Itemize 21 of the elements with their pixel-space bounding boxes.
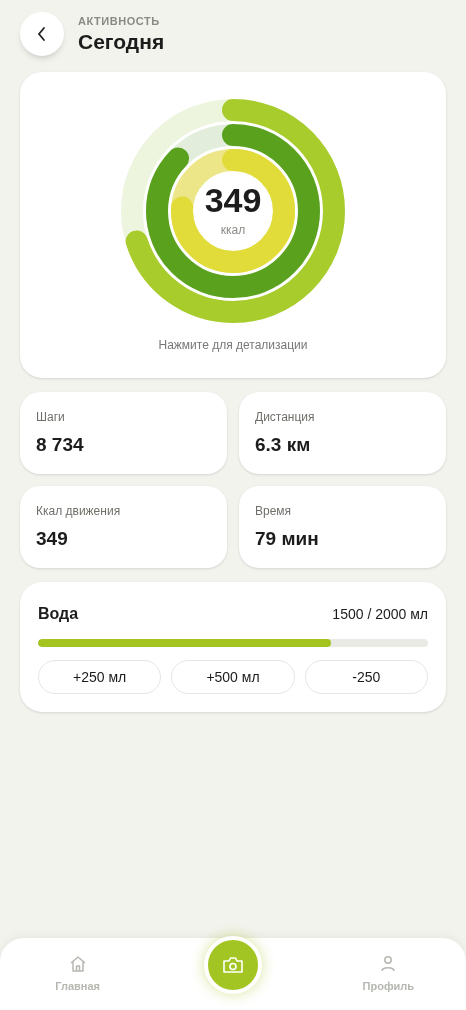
water-reading: 1500 / 2000 мл bbox=[332, 604, 428, 624]
calories-unit: ккал bbox=[220, 222, 246, 239]
stat-value: 6.3 км bbox=[255, 435, 312, 454]
stat-label: Шаги bbox=[36, 409, 66, 426]
water-title: Вода bbox=[38, 604, 79, 624]
camera-icon bbox=[222, 956, 244, 974]
add-water-button[interactable]: -250 bbox=[304, 660, 428, 694]
stat-label: Дистанция bbox=[255, 409, 316, 426]
add-water-button[interactable]: +250 мл bbox=[38, 660, 162, 694]
stat-label: Время bbox=[255, 503, 293, 520]
details-hint[interactable]: Нажмите для детализации bbox=[158, 336, 308, 354]
add-water-button[interactable]: +500 мл bbox=[171, 660, 295, 694]
stat-value: 8 734 bbox=[36, 435, 85, 454]
back-button[interactable] bbox=[20, 12, 64, 56]
section-overline: АКТИВНОСТЬ bbox=[78, 13, 161, 29]
stat-value: 79 мин bbox=[255, 529, 320, 548]
page-title: Сегодня bbox=[78, 29, 165, 56]
stat-label: Ккал движения bbox=[36, 503, 122, 520]
stat-value: 349 bbox=[36, 529, 69, 548]
calories-value: 349 bbox=[204, 183, 262, 217]
back-icon bbox=[37, 26, 47, 42]
